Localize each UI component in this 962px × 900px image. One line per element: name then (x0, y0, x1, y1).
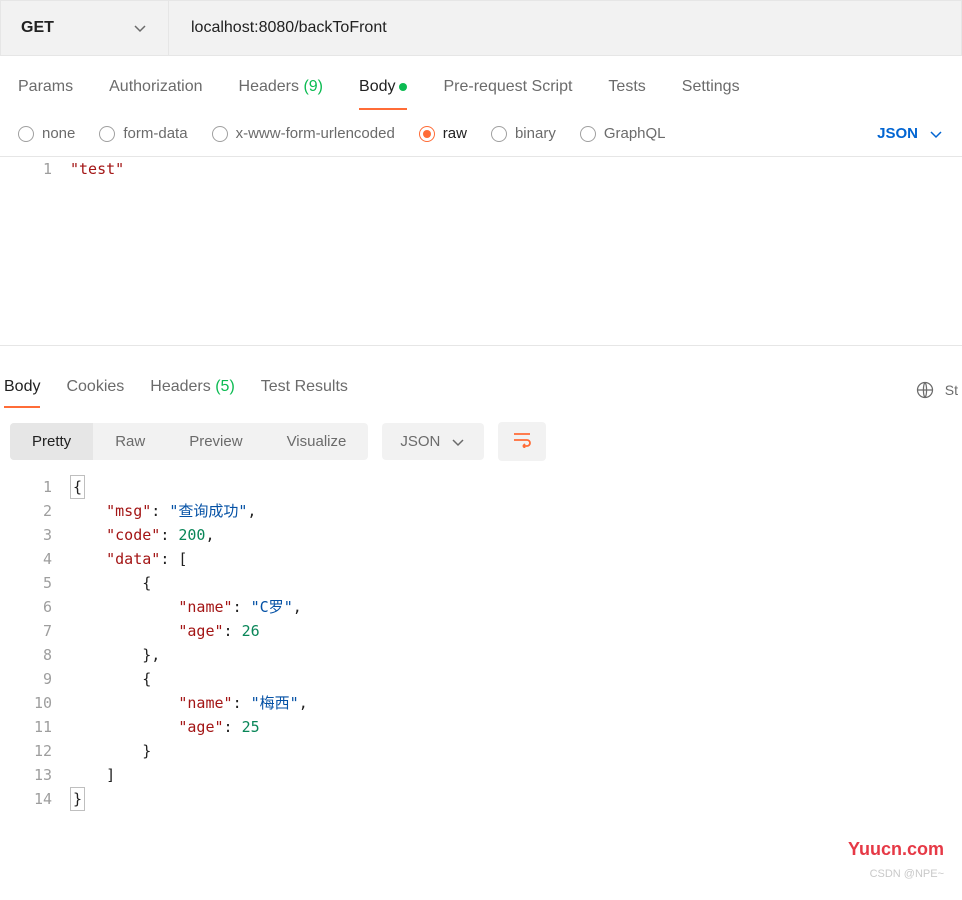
tab-settings[interactable]: Settings (682, 72, 740, 110)
chevron-down-icon (450, 434, 466, 450)
modified-dot-icon (399, 83, 407, 91)
request-url-bar: GET (0, 0, 962, 56)
request-tabs: Params Authorization Headers (9) Body Pr… (0, 56, 962, 111)
tab-params[interactable]: Params (18, 72, 73, 110)
line-number: 1 (0, 157, 70, 181)
chevron-down-icon (132, 20, 148, 36)
body-type-graphql[interactable]: GraphQL (580, 125, 666, 142)
radio-icon (580, 126, 596, 142)
request-body-editor[interactable]: 1 "test" (0, 156, 962, 346)
response-language-select[interactable]: JSON (382, 423, 484, 460)
tab-headers[interactable]: Headers (9) (239, 72, 324, 110)
view-visualize[interactable]: Visualize (265, 423, 369, 460)
radio-icon (212, 126, 228, 142)
radio-icon (18, 126, 34, 142)
watermark: Yuucn.com (848, 839, 944, 860)
view-raw[interactable]: Raw (93, 423, 167, 460)
radio-icon (99, 126, 115, 142)
response-meta: St (915, 380, 958, 400)
http-method-label: GET (21, 19, 132, 37)
tab-prerequest[interactable]: Pre-request Script (443, 72, 572, 110)
chevron-down-icon (928, 126, 944, 142)
globe-icon[interactable] (915, 380, 935, 400)
body-type-none[interactable]: none (18, 125, 75, 142)
body-language-select[interactable]: JSON (877, 125, 944, 142)
wrap-icon (512, 432, 532, 448)
resp-tab-cookies[interactable]: Cookies (66, 372, 124, 408)
body-type-raw[interactable]: raw (419, 125, 467, 142)
tab-body[interactable]: Body (359, 72, 407, 110)
resp-tab-test-results[interactable]: Test Results (261, 372, 348, 408)
tab-authorization[interactable]: Authorization (109, 72, 202, 110)
view-pretty[interactable]: Pretty (10, 423, 93, 460)
radio-icon (491, 126, 507, 142)
tab-tests[interactable]: Tests (608, 72, 645, 110)
response-tabs: Body Cookies Headers (5) Test Results St (0, 358, 962, 408)
view-preview[interactable]: Preview (167, 423, 264, 460)
response-view-row: Pretty Raw Preview Visualize JSON (0, 408, 962, 475)
url-input[interactable] (169, 19, 961, 37)
body-type-urlencoded[interactable]: x-www-form-urlencoded (212, 125, 395, 142)
wrap-lines-button[interactable] (498, 422, 546, 461)
view-mode-tabs: Pretty Raw Preview Visualize (10, 423, 368, 460)
response-body-editor[interactable]: 1{ 2 "msg": "查询成功", 3 "code": 200, 4 "da… (0, 475, 962, 811)
resp-tab-body[interactable]: Body (4, 372, 40, 408)
body-type-form-data[interactable]: form-data (99, 125, 187, 142)
body-type-binary[interactable]: binary (491, 125, 556, 142)
http-method-select[interactable]: GET (1, 1, 169, 55)
watermark-small: CSDN @NPE~ (870, 868, 944, 880)
radio-icon (419, 126, 435, 142)
resp-tab-headers[interactable]: Headers (5) (150, 372, 235, 408)
body-type-row: none form-data x-www-form-urlencoded raw… (0, 111, 962, 156)
